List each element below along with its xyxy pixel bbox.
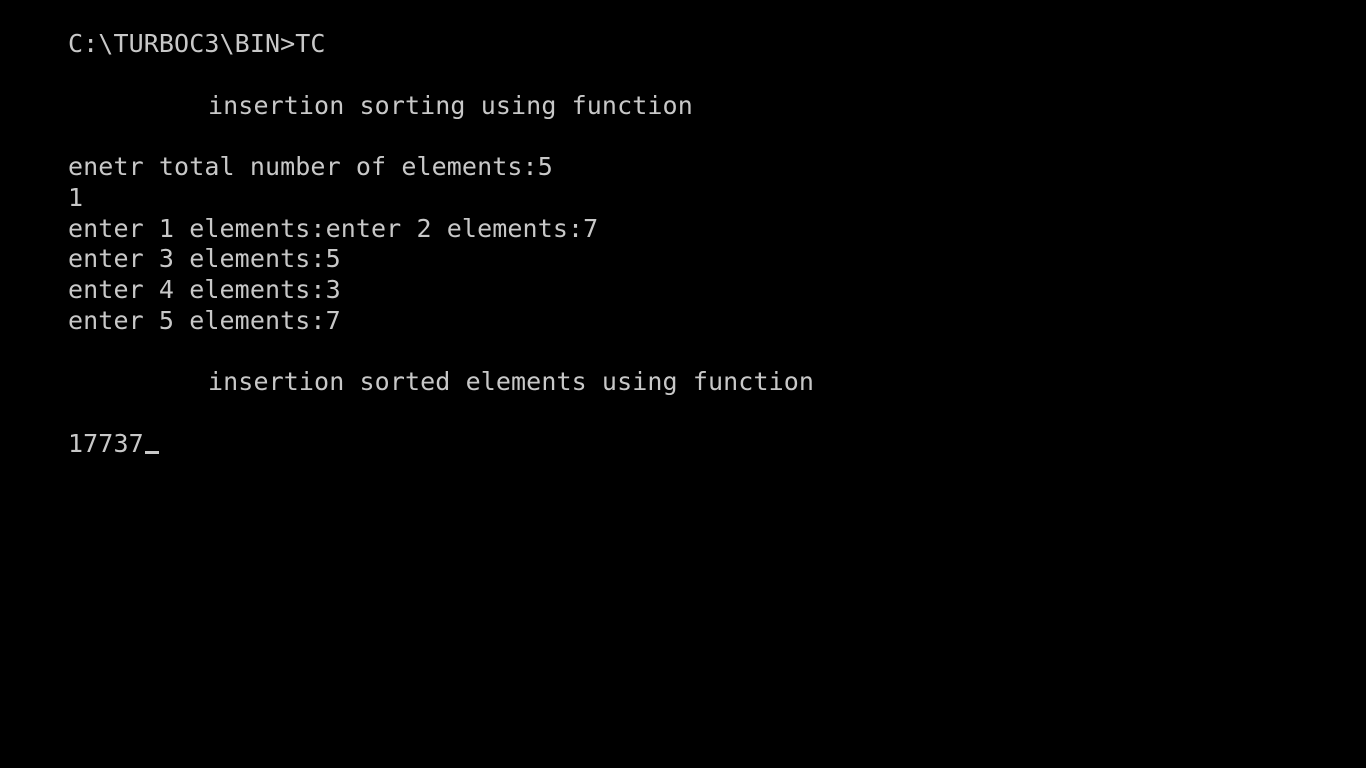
element-entry-line-1: enter 1 elements:enter 2 elements:7 (68, 214, 599, 243)
text-cursor (144, 451, 159, 454)
dos-terminal-screen[interactable]: C:\TURBOC3\BIN>TC insertion sorting usin… (0, 0, 1366, 768)
input-echo-line: 1 (68, 183, 84, 212)
total-elements-prompt: enetr total number of elements:5 (68, 152, 553, 181)
element-entry-line-2: enter 3 elements:5 (68, 244, 341, 273)
element-entry-line-4: enter 5 elements:7 (68, 306, 341, 335)
element-entry-line-3: enter 4 elements:3 (68, 275, 341, 304)
result-title: insertion sorted elements using function (208, 367, 815, 396)
command-prompt-line: C:\TURBOC3\BIN>TC (68, 29, 326, 58)
result-output-line: 17737 (68, 429, 159, 460)
sorted-values: 17737 (68, 429, 144, 458)
program-title: insertion sorting using function (208, 91, 693, 120)
